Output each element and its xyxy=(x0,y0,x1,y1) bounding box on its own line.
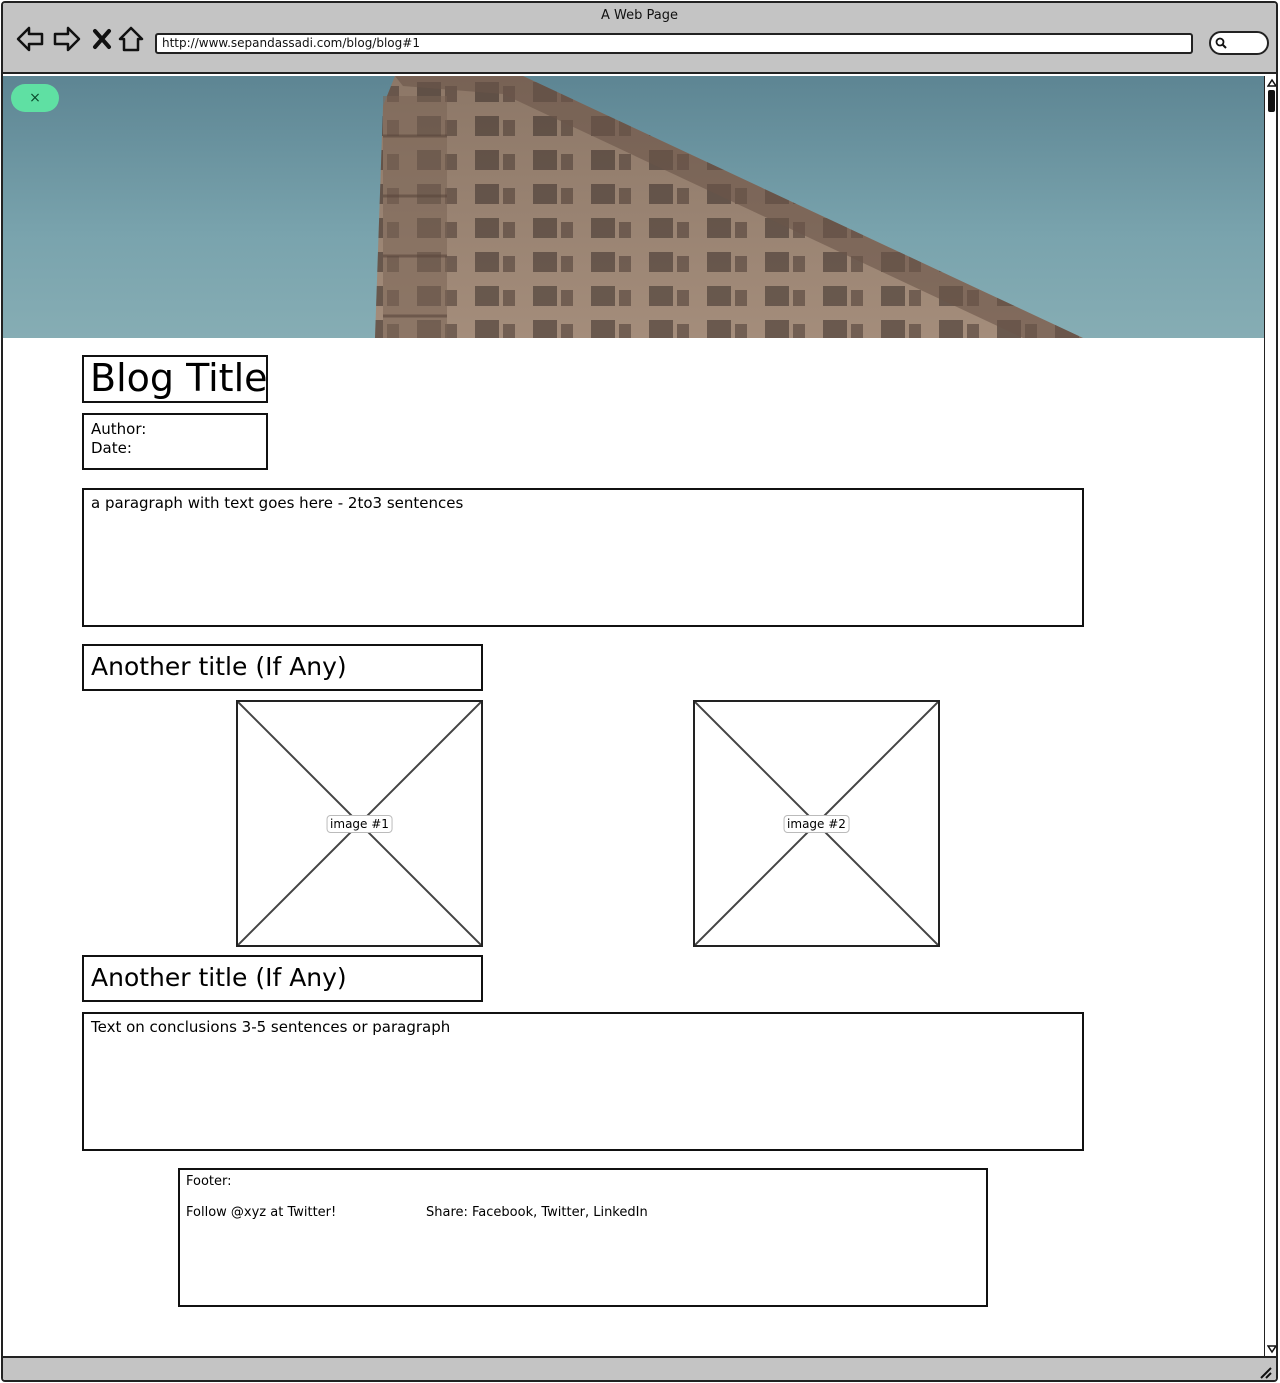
image-label-2: image #2 xyxy=(783,814,850,833)
follow-twitter-link[interactable]: Follow @xyz at Twitter! xyxy=(186,1205,336,1220)
section-title-1: Another title (If Any) xyxy=(82,644,483,691)
hero-image: × xyxy=(3,76,1264,338)
section-title-2: Another title (If Any) xyxy=(82,955,483,1002)
url-bar[interactable]: http://www.sepandassadi.com/blog/blog#1 xyxy=(155,33,1193,54)
intro-paragraph: a paragraph with text goes here - 2to3 s… xyxy=(82,488,1084,627)
window-title: A Web Page xyxy=(601,8,678,23)
conclusion-paragraph: Text on conclusions 3-5 sentences or par… xyxy=(82,1012,1084,1151)
resize-grip-icon[interactable] xyxy=(1258,1365,1272,1379)
post-meta: Author: Date: xyxy=(82,413,268,470)
home-icon[interactable] xyxy=(117,25,145,53)
date-label: Date: xyxy=(91,439,132,457)
scroll-down-icon[interactable] xyxy=(1267,1344,1277,1354)
vertical-scrollbar[interactable] xyxy=(1264,76,1277,1356)
image-label-1: image #1 xyxy=(326,814,393,833)
search-icon xyxy=(1215,37,1227,49)
author-label: Author: xyxy=(91,420,147,438)
blog-title: Blog Title xyxy=(82,355,268,403)
close-x-icon: × xyxy=(29,90,41,106)
footer-heading: Footer: xyxy=(186,1174,232,1189)
status-bar xyxy=(3,1356,1276,1380)
search-field[interactable] xyxy=(1209,31,1269,55)
back-arrow-icon[interactable] xyxy=(15,25,45,53)
forward-arrow-icon[interactable] xyxy=(52,25,82,53)
image-placeholder-2: image #2 xyxy=(693,700,940,947)
page-viewport: × Blog Title Author: Date: a paragraph w… xyxy=(3,76,1264,1356)
browser-window: A Web Page http://www.sepandassadi.com/b… xyxy=(1,1,1278,1382)
footer: Footer: Follow @xyz at Twitter! Share: F… xyxy=(178,1168,988,1307)
stop-icon[interactable] xyxy=(90,25,114,53)
scroll-up-icon[interactable] xyxy=(1267,78,1277,88)
browser-toolbar: A Web Page http://www.sepandassadi.com/b… xyxy=(3,3,1276,74)
scrollbar-thumb[interactable] xyxy=(1268,90,1275,112)
image-placeholder-1: image #1 xyxy=(236,700,483,947)
share-links[interactable]: Share: Facebook, Twitter, LinkedIn xyxy=(426,1205,648,1220)
dismiss-button[interactable]: × xyxy=(11,84,59,112)
footer-links: Follow @xyz at Twitter! Share: Facebook,… xyxy=(186,1205,986,1223)
